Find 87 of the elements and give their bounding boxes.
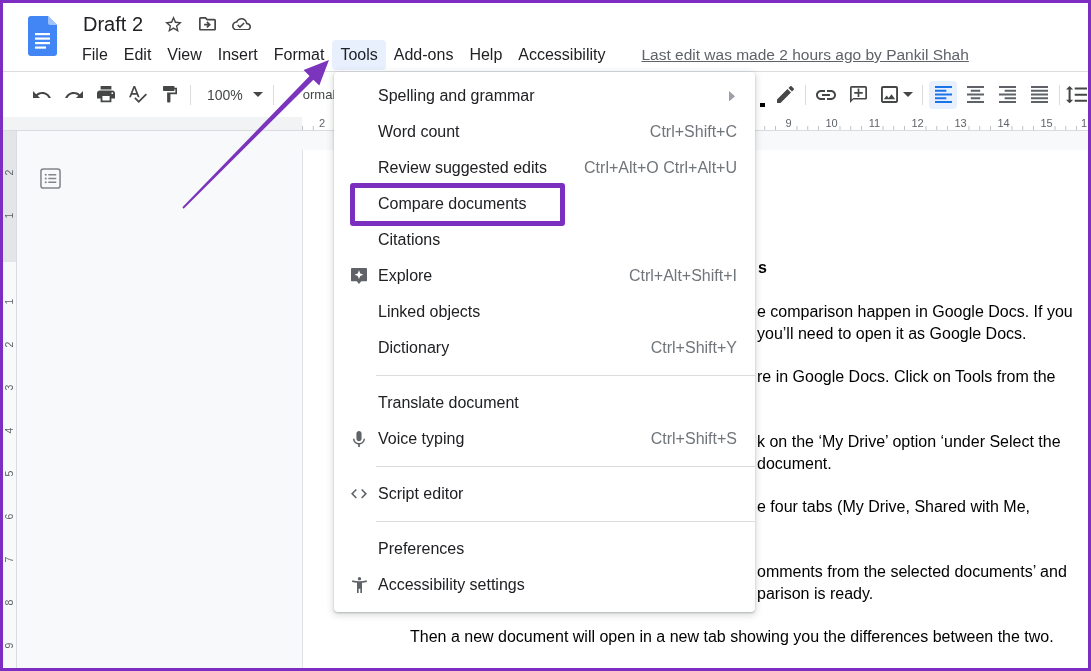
cloud-check-icon[interactable] xyxy=(232,17,252,31)
menu-bar-item[interactable]: Insert xyxy=(209,40,266,70)
ruler-number: 12 xyxy=(910,117,925,130)
ruler-number: 13 xyxy=(953,117,968,130)
pen-icon[interactable] xyxy=(776,86,794,103)
menu-bar-item[interactable]: Tools xyxy=(332,40,386,70)
text-line: e comparison happen in Google Docs. If you xyxy=(757,302,1073,322)
text-line: you’ll need to open it as Google Docs. xyxy=(757,324,1027,344)
menu-item[interactable]: Preferences xyxy=(334,531,755,567)
menu-item[interactable]: Spelling and grammar xyxy=(334,78,755,114)
menu-item[interactable]: Review suggested edits Ctrl+Alt+O Ctrl+Alt+U xyxy=(334,150,755,186)
line-spacing-icon[interactable] xyxy=(1065,85,1087,104)
caret-icon xyxy=(252,92,263,97)
ruler-number: 7 xyxy=(4,556,15,562)
outline-icon[interactable] xyxy=(40,168,61,189)
star-icon[interactable] xyxy=(165,15,183,33)
ruler-number: 4 xyxy=(4,427,15,433)
align-left-icon xyxy=(934,86,952,103)
menu-bar-item[interactable]: Format xyxy=(265,40,333,70)
menu-item[interactable]: Compare documents xyxy=(334,186,755,222)
menu-bar-item[interactable]: Add-ons xyxy=(385,40,462,70)
document-logo-icon[interactable] xyxy=(28,16,57,56)
undo-icon[interactable] xyxy=(33,90,51,99)
align-left-button[interactable] xyxy=(929,80,957,109)
text-line: Then a new document will open in a new tab showing you the differences between the two. xyxy=(410,627,1054,647)
ruler-number: 11 xyxy=(867,117,882,130)
text-line: e four tabs (My Drive, Shared with Me, xyxy=(757,497,1030,517)
ruler-number: 10 xyxy=(824,117,839,130)
ruler-number: 3 xyxy=(4,384,15,390)
ruler-number: 8 xyxy=(4,599,15,605)
ruler-number: 14 xyxy=(996,117,1011,130)
redo-icon[interactable] xyxy=(65,90,83,99)
last-edit-link[interactable]: Last edit was made 2 hours ago by Pankil Shah xyxy=(641,46,969,64)
microphone-icon xyxy=(353,430,365,448)
shortcut-text: Ctrl+Shift+Y xyxy=(650,339,737,357)
menu-item[interactable]: Explore Ctrl+Alt+Shift+I xyxy=(334,258,755,294)
text-line: parison is ready. xyxy=(757,584,874,604)
link-icon[interactable] xyxy=(816,89,836,100)
add-comment-icon[interactable] xyxy=(849,86,867,103)
ruler-number: 2 xyxy=(317,117,327,130)
menu-bar-item[interactable]: Help xyxy=(461,40,511,70)
explore-icon xyxy=(351,268,367,284)
text-line: k on the ‘My Drive’ option ‘under Select the xyxy=(757,432,1061,452)
text-color-swatch-icon[interactable] xyxy=(760,102,765,107)
shortcut-text: Ctrl+Shift+S xyxy=(650,430,737,448)
menu-item[interactable]: Translate document xyxy=(334,385,755,421)
ruler-number: 2 xyxy=(4,169,15,175)
image-icon[interactable] xyxy=(880,86,898,103)
menu-item[interactable]: Accessibility settings xyxy=(334,567,755,603)
menu-item[interactable]: Dictionary Ctrl+Shift+Y xyxy=(334,330,755,366)
menu-bar-item[interactable]: Accessibility xyxy=(510,40,614,70)
ruler-number: 15 xyxy=(1039,117,1054,130)
menu-bar-item[interactable]: View xyxy=(159,40,210,70)
ruler-number: 6 xyxy=(4,513,15,519)
shortcut-text: Ctrl+Alt+Shift+I xyxy=(628,267,737,285)
text-line: omments from the selected documents’ and xyxy=(757,562,1067,582)
ruler-number: 2 xyxy=(4,341,15,347)
menu-bar-item[interactable]: Edit xyxy=(115,40,160,70)
accessibility-person-icon xyxy=(351,576,367,594)
text-line: re in Google Docs. Click on Tools from the xyxy=(757,367,1056,387)
spellcheck-icon[interactable] xyxy=(129,86,147,103)
document-title[interactable]: Draft 2 xyxy=(83,9,144,39)
menu-item[interactable]: Voice typing Ctrl+Shift+S xyxy=(334,421,755,457)
ruler-number: 9 xyxy=(4,642,15,648)
align-center-icon xyxy=(966,86,984,103)
paint-roller-icon[interactable] xyxy=(163,86,177,103)
ruler-number: 1 xyxy=(1080,117,1088,130)
heading-text: s xyxy=(758,258,767,278)
menu-bar-item[interactable]: File xyxy=(74,40,116,70)
shortcut-text: Ctrl+Alt+O Ctrl+Alt+U xyxy=(584,159,737,177)
print-icon[interactable] xyxy=(97,86,115,103)
ruler-number: 1 xyxy=(4,298,15,304)
code-icon xyxy=(351,489,367,499)
folder-icon[interactable] xyxy=(199,17,217,31)
ruler-number: 1 xyxy=(4,212,15,218)
menu-item[interactable]: Word count Ctrl+Shift+C xyxy=(334,114,755,150)
ruler-number: 9 xyxy=(784,117,793,130)
menu-item[interactable]: Linked objects xyxy=(334,294,755,330)
text-line: document. xyxy=(757,454,832,474)
caret-icon[interactable] xyxy=(903,92,913,97)
align-justify-icon xyxy=(1030,86,1048,103)
shortcut-text: Ctrl+Shift+C xyxy=(649,123,737,141)
menu-item[interactable]: Citations xyxy=(334,222,755,258)
align-right-icon xyxy=(998,86,1016,103)
ruler-number: 5 xyxy=(4,470,15,476)
zoom-dropdown[interactable]: 100% xyxy=(195,80,269,109)
menu-item[interactable]: Script editor xyxy=(334,476,755,512)
